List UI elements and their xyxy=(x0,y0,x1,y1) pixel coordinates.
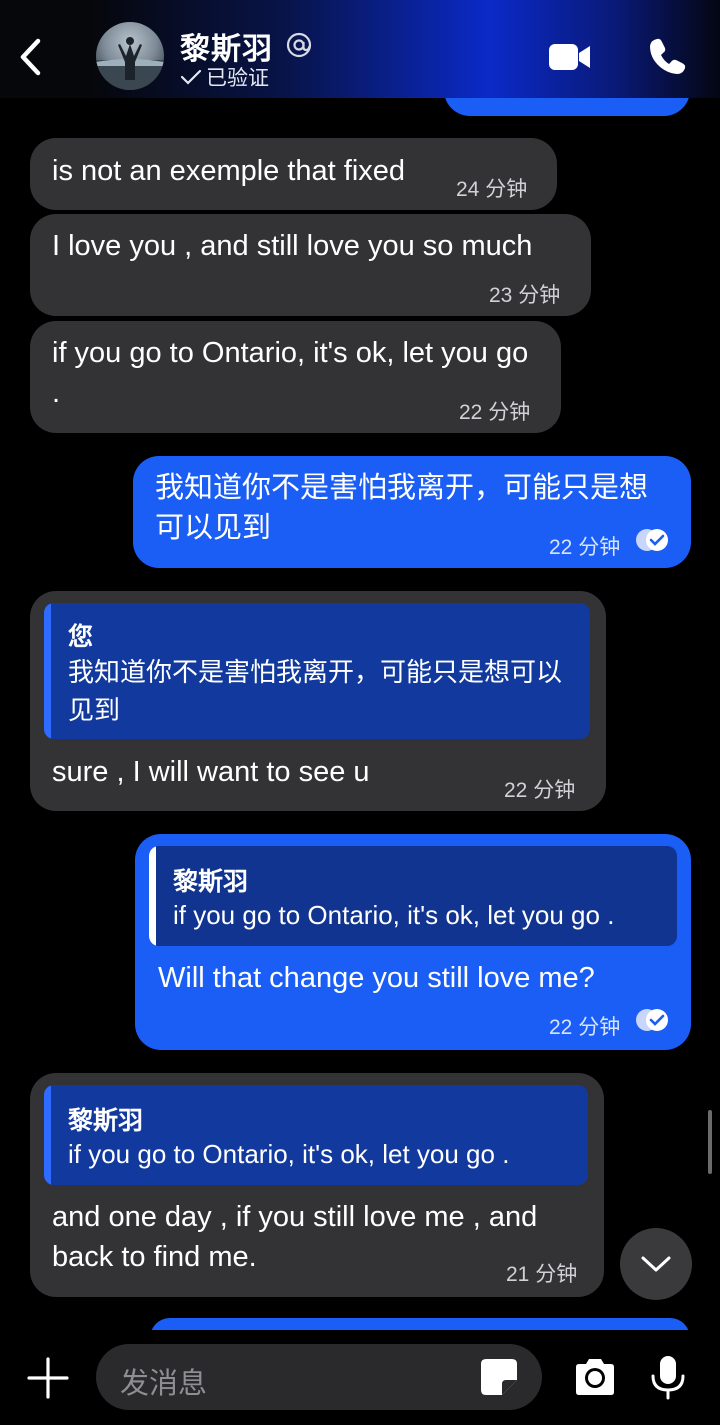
back-chevron-icon xyxy=(20,38,41,76)
chevron-down-icon xyxy=(641,1256,671,1272)
check-icon xyxy=(180,69,202,85)
quote-author: 您 xyxy=(68,623,94,651)
message-bubble[interactable]: 黎斯羽 if you go to Ontario, it's ok, let y… xyxy=(135,834,691,1050)
phone-call-icon[interactable] xyxy=(648,36,688,76)
message-text: I love you , and still love you so much xyxy=(52,230,533,262)
quote-text: 我知道你不是害怕我离开，可能只是想可以见到 xyxy=(68,657,563,725)
quote-text: if you go to Ontario, it's ok, let you g… xyxy=(173,900,615,930)
quoted-message[interactable]: 黎斯羽 if you go to Ontario, it's ok, let y… xyxy=(149,846,677,946)
message-time: 21 分钟 xyxy=(506,1263,578,1286)
message-bubble[interactable]: 黎斯羽 if you go to Ontario, it's ok, let y… xyxy=(30,1073,604,1297)
message-bubble[interactable]: is not an exemple that fixed 24 分钟 xyxy=(30,138,557,210)
quote-bar xyxy=(149,846,156,946)
back-button[interactable] xyxy=(14,36,46,78)
message-bubble[interactable]: 您 我知道你不是害怕我离开，可能只是想可以见到 sure , I will wa… xyxy=(30,591,606,811)
quoted-message[interactable]: 黎斯羽 if you go to Ontario, it's ok, let y… xyxy=(44,1085,588,1185)
message-text: sure , I will want to see u xyxy=(52,756,370,788)
message-bubble[interactable]: 我知道你不是害怕我离开，可能只是想可以见到 22 分钟 xyxy=(133,456,691,568)
message-time: 22 分钟 xyxy=(459,401,531,424)
scrollbar[interactable] xyxy=(708,1110,712,1174)
plus-icon[interactable] xyxy=(26,1356,70,1400)
message-time: 22 分钟 xyxy=(549,1016,621,1039)
at-icon xyxy=(286,32,312,58)
quote-bar xyxy=(44,1085,51,1185)
message-time: 22 分钟 xyxy=(549,536,621,559)
verified-label: 已验证 xyxy=(206,67,269,90)
message-bubble[interactable]: if you go to Ontario, it's ok, let you g… xyxy=(30,321,561,433)
sticker-icon[interactable] xyxy=(478,1356,520,1398)
read-receipt-icon xyxy=(636,1009,668,1031)
message-time: 24 分钟 xyxy=(456,178,528,201)
message-input-placeholder: 发消息 xyxy=(120,1368,208,1400)
quoted-message[interactable]: 您 我知道你不是害怕我离开，可能只是想可以见到 xyxy=(44,603,590,739)
chat-header: 黎斯羽 已验证 xyxy=(0,0,720,98)
avatar[interactable] xyxy=(96,22,164,90)
message-text: Will that change you still love me? xyxy=(158,962,595,994)
verified-status: 已验证 xyxy=(180,62,269,92)
quote-bar xyxy=(44,603,51,739)
message-text: is not an exemple that fixed xyxy=(52,155,406,187)
scroll-to-bottom-button[interactable] xyxy=(620,1228,692,1300)
message-bubble[interactable]: I love you , and still love you so much … xyxy=(30,214,591,316)
read-receipt-icon xyxy=(636,529,668,551)
microphone-icon[interactable] xyxy=(648,1354,688,1400)
message-input[interactable]: 发消息 xyxy=(96,1344,542,1410)
message-text: and one day , if you still love me , and… xyxy=(52,1201,538,1273)
video-call-icon[interactable] xyxy=(548,40,592,74)
avatar-image xyxy=(96,37,164,90)
message-time: 22 分钟 xyxy=(504,779,576,802)
message-time: 23 分钟 xyxy=(489,284,561,307)
quote-text: if you go to Ontario, it's ok, let you g… xyxy=(68,1139,510,1169)
camera-icon[interactable] xyxy=(572,1357,618,1397)
